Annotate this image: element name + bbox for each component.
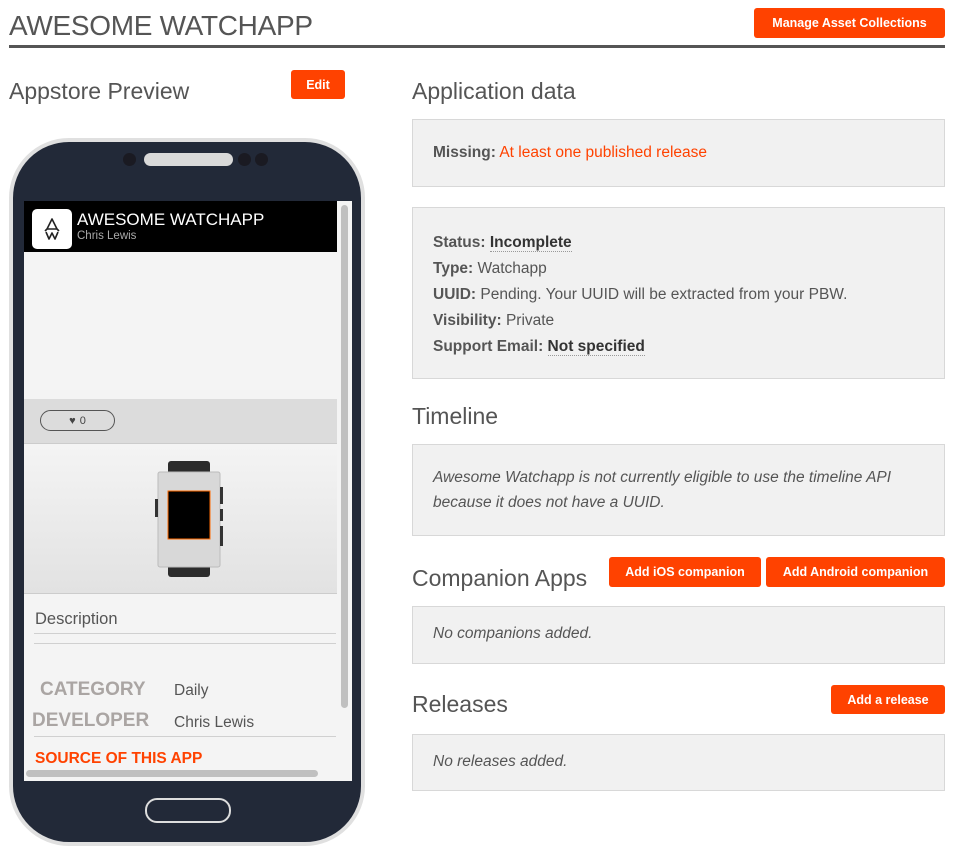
add-release-button[interactable]: Add a release xyxy=(831,685,945,714)
divider xyxy=(34,633,336,634)
edit-button[interactable]: Edit xyxy=(291,70,345,99)
uuid-value: Pending. Your UUID will be extracted fro… xyxy=(480,286,848,303)
pebble-watch-image xyxy=(155,461,223,577)
category-label: CATEGORY xyxy=(40,679,146,700)
phone-mockup: AWESOME WATCHAPP Chris Lewis ♥ 0 Descrip… xyxy=(9,138,365,846)
companion-empty-message: No companions added. xyxy=(433,625,593,642)
app-logo-icon xyxy=(32,209,72,249)
title-divider xyxy=(9,45,945,48)
camera-icon xyxy=(123,153,136,166)
app-name: AWESOME WATCHAPP xyxy=(77,210,265,229)
status-value: Incomplete xyxy=(489,234,572,252)
app-info-panel: Status: Incomplete Type: Watchapp UUID: … xyxy=(412,207,945,379)
developer-label: DEVELOPER xyxy=(32,710,150,731)
application-data-heading: Application data xyxy=(412,78,576,104)
support-email-value: Not specified xyxy=(547,338,645,356)
manage-asset-collections-button[interactable]: Manage Asset Collections xyxy=(754,8,945,38)
divider xyxy=(34,736,336,737)
support-email-row: Support Email: Not specified xyxy=(433,334,924,360)
visibility-label: Visibility: xyxy=(433,312,502,329)
releases-empty-message: No releases added. xyxy=(433,753,568,770)
sensor-icon xyxy=(255,153,268,166)
uuid-row: UUID: Pending. Your UUID will be extract… xyxy=(433,282,924,308)
app-developer: Chris Lewis xyxy=(77,230,137,242)
type-label: Type: xyxy=(433,260,474,277)
companion-apps-heading: Companion Apps xyxy=(412,565,588,591)
heart-icon: ♥ xyxy=(69,414,76,427)
missing-value: At least one published release xyxy=(499,144,707,161)
timeline-message: Awesome Watchapp is not currently eligib… xyxy=(433,469,892,511)
status-label: Status: xyxy=(433,234,486,251)
divider xyxy=(34,643,336,644)
vertical-scrollbar[interactable] xyxy=(341,205,348,708)
companion-panel: No companions added. xyxy=(412,606,945,664)
home-button xyxy=(145,798,231,823)
sensor-icon xyxy=(238,153,251,166)
type-value: Watchapp xyxy=(477,260,547,277)
phone-screen: AWESOME WATCHAPP Chris Lewis ♥ 0 Descrip… xyxy=(24,201,352,781)
timeline-heading: Timeline xyxy=(412,403,499,429)
like-button[interactable]: ♥ 0 xyxy=(40,410,115,431)
like-bar: ♥ 0 xyxy=(24,399,337,444)
add-android-companion-button[interactable]: Add Android companion xyxy=(766,557,945,587)
visibility-row: Visibility: Private xyxy=(433,308,924,334)
missing-panel: Missing: At least one published release xyxy=(412,119,945,187)
app-header: AWESOME WATCHAPP Chris Lewis xyxy=(24,201,337,252)
like-count: 0 xyxy=(79,414,86,427)
add-ios-companion-button[interactable]: Add iOS companion xyxy=(609,557,761,587)
releases-heading: Releases xyxy=(412,691,508,717)
page-title: AWESOME WATCHAPP xyxy=(9,10,313,41)
releases-panel: No releases added. xyxy=(412,734,945,791)
support-email-label: Support Email: xyxy=(433,338,544,355)
screenshot-area xyxy=(24,444,337,594)
uuid-label: UUID: xyxy=(433,286,477,303)
timeline-panel: Awesome Watchapp is not currently eligib… xyxy=(412,444,945,536)
horizontal-scrollbar[interactable] xyxy=(26,770,318,777)
missing-label: Missing: xyxy=(433,144,496,161)
visibility-value: Private xyxy=(505,312,555,329)
description-label: Description xyxy=(35,610,118,628)
category-value: Daily xyxy=(174,682,209,699)
source-link[interactable]: SOURCE OF THIS APP xyxy=(35,750,202,768)
appstore-preview-heading: Appstore Preview xyxy=(9,78,190,104)
status-row: Status: Incomplete xyxy=(433,230,924,256)
type-row: Type: Watchapp xyxy=(433,256,924,282)
speaker-grille xyxy=(144,153,233,166)
developer-value: Chris Lewis xyxy=(174,714,255,731)
